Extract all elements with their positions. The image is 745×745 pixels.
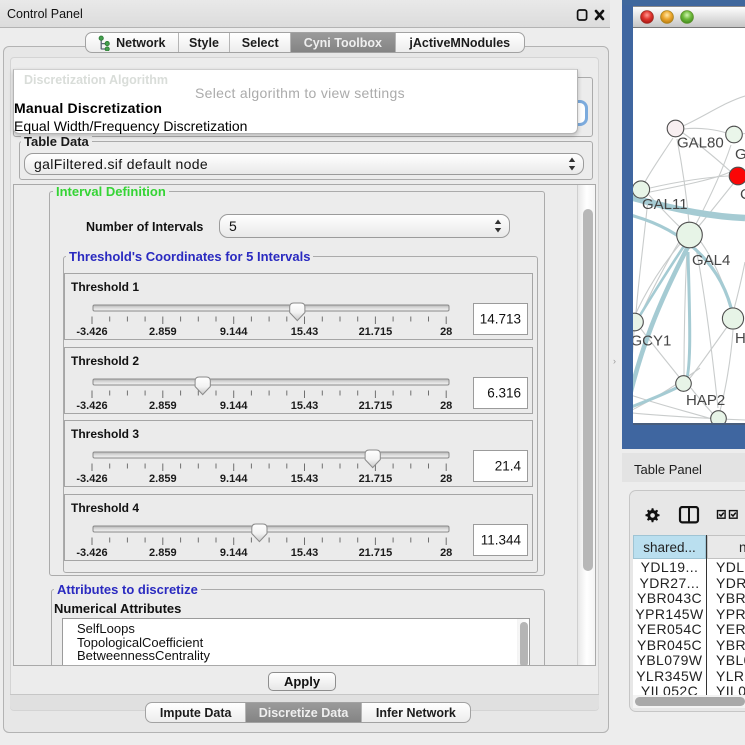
svg-text:-3.426: -3.426 [76, 326, 107, 338]
svg-text:GAL4: GAL4 [692, 252, 730, 269]
svg-text:HAP2: HAP2 [686, 392, 725, 409]
svg-text:21.715: 21.715 [359, 400, 393, 412]
svg-text:GAL80: GAL80 [677, 135, 724, 152]
svg-text:2.859: 2.859 [149, 473, 177, 485]
svg-text:21.715: 21.715 [359, 473, 393, 485]
svg-text:21.715: 21.715 [359, 547, 393, 559]
svg-text:2.859: 2.859 [149, 400, 177, 412]
svg-text:2.859: 2.859 [149, 326, 177, 338]
svg-text:28: 28 [440, 400, 452, 412]
svg-text:C: C [740, 186, 745, 203]
svg-text:28: 28 [440, 326, 452, 338]
svg-text:15.43: 15.43 [291, 400, 319, 412]
svg-text:15.43: 15.43 [291, 473, 319, 485]
svg-text:28: 28 [440, 473, 452, 485]
svg-text:9.144: 9.144 [220, 473, 248, 485]
svg-text:9.144: 9.144 [220, 547, 248, 559]
svg-text:GA: GA [735, 146, 745, 163]
svg-text:GCY1: GCY1 [633, 333, 671, 350]
svg-text:-3.426: -3.426 [76, 400, 107, 412]
svg-text:9.144: 9.144 [220, 326, 248, 338]
svg-text:GAL11: GAL11 [642, 196, 688, 213]
svg-text:H: H [735, 330, 745, 347]
svg-text:21.715: 21.715 [359, 326, 393, 338]
svg-text:-3.426: -3.426 [76, 547, 107, 559]
svg-text:2.859: 2.859 [149, 547, 177, 559]
svg-text:15.43: 15.43 [291, 547, 319, 559]
svg-text:28: 28 [440, 547, 452, 559]
svg-text:-3.426: -3.426 [76, 473, 107, 485]
svg-text:9.144: 9.144 [220, 400, 248, 412]
svg-text:15.43: 15.43 [291, 326, 319, 338]
